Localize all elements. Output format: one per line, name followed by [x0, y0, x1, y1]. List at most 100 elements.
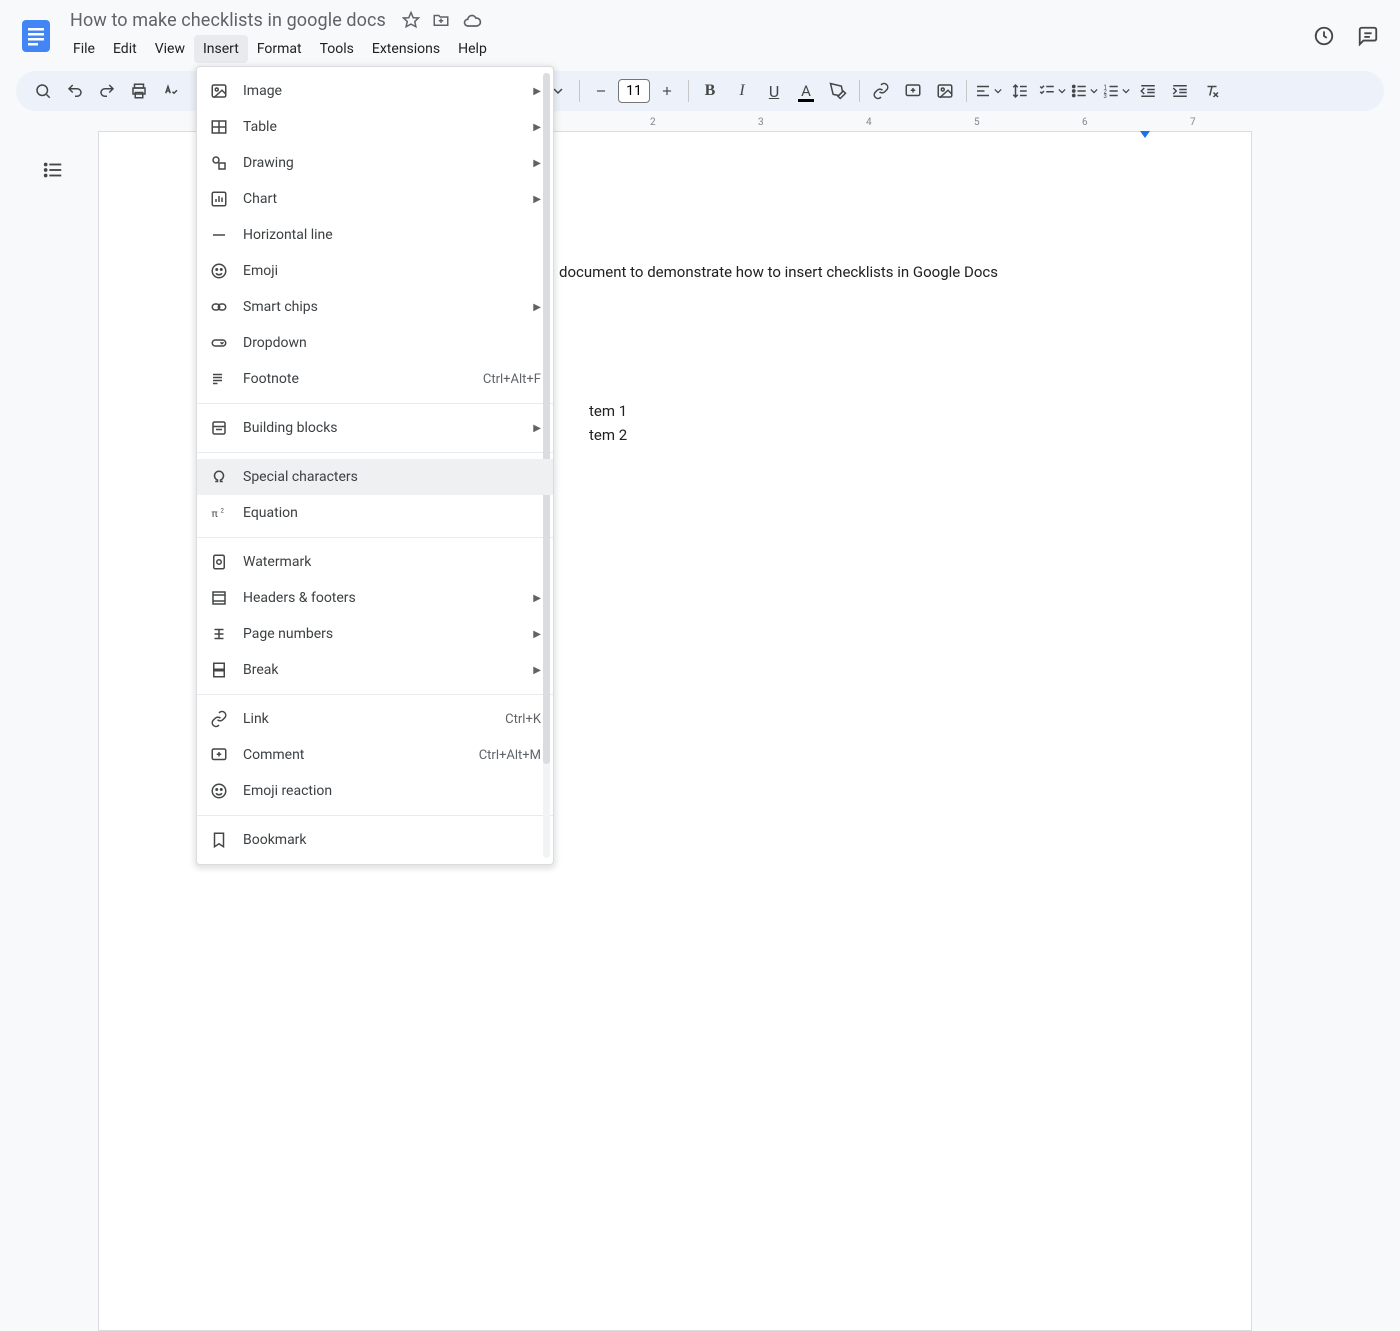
redo-button[interactable]: [92, 76, 122, 106]
text-color-button[interactable]: A: [791, 76, 821, 106]
ruler-tick: 5: [974, 117, 980, 128]
checklist-item-text: tem 2: [589, 423, 627, 447]
menu-item-label: Comment: [243, 747, 479, 763]
menu-edit[interactable]: Edit: [104, 35, 146, 63]
checklist-item[interactable]: tem 2: [589, 423, 627, 447]
menu-item-comment[interactable]: CommentCtrl+Alt+M: [197, 737, 553, 773]
menu-item-label: Emoji reaction: [243, 783, 541, 799]
increase-indent-button[interactable]: [1165, 76, 1195, 106]
svg-text:π: π: [212, 507, 219, 520]
menu-format[interactable]: Format: [248, 35, 311, 63]
menu-item-watermark[interactable]: Watermark: [197, 544, 553, 580]
comments-history-icon[interactable]: [1356, 24, 1380, 48]
table-icon: [209, 117, 229, 137]
decrease-font-size-button[interactable]: [586, 76, 616, 106]
menu-item-break[interactable]: Break▶: [197, 652, 553, 688]
chart-icon: [209, 189, 229, 209]
dropdown-icon: [209, 333, 229, 353]
menu-item-building-blocks[interactable]: Building blocks ▶: [197, 410, 553, 446]
menu-item-label: Image: [243, 83, 525, 99]
svg-text:2: 2: [221, 507, 225, 514]
menu-item-horizontal-line[interactable]: Horizontal line: [197, 217, 553, 253]
menu-item-label: Equation: [243, 505, 541, 521]
highlight-color-button[interactable]: [823, 76, 853, 106]
menu-item-table[interactable]: Table▶: [197, 109, 553, 145]
submenu-arrow-icon: ▶: [533, 629, 541, 640]
last-edit-icon[interactable]: [1312, 24, 1336, 48]
title-area: How to make checklists in google docs Fi…: [64, 8, 1312, 63]
menu-item-emoji[interactable]: Emoji: [197, 253, 553, 289]
menu-item-label: Dropdown: [243, 335, 541, 351]
insert-image-button[interactable]: [930, 76, 960, 106]
clear-formatting-button[interactable]: [1197, 76, 1227, 106]
decrease-indent-button[interactable]: [1133, 76, 1163, 106]
font-size-input[interactable]: [618, 79, 650, 103]
menu-item-drawing[interactable]: Drawing▶: [197, 145, 553, 181]
menu-help[interactable]: Help: [449, 35, 496, 63]
hline-icon: [209, 225, 229, 245]
underline-button[interactable]: U: [759, 76, 789, 106]
menu-item-bookmark[interactable]: Bookmark: [197, 822, 553, 858]
italic-button[interactable]: I: [727, 76, 757, 106]
submenu-arrow-icon: ▶: [533, 423, 541, 434]
move-icon[interactable]: [432, 11, 450, 31]
submenu-arrow-icon: ▶: [533, 593, 541, 604]
menu-item-chart[interactable]: Chart▶: [197, 181, 553, 217]
menu-item-label: Building blocks: [243, 420, 525, 436]
document-title[interactable]: How to make checklists in google docs: [64, 8, 392, 33]
menubar: FileEditViewInsertFormatToolsExtensionsH…: [64, 33, 1312, 63]
menu-item-dropdown[interactable]: Dropdown: [197, 325, 553, 361]
menu-item-label: Horizontal line: [243, 227, 541, 243]
cloud-status-icon[interactable]: [462, 11, 482, 31]
document-body-text: document to demonstrate how to insert ch…: [559, 260, 998, 284]
menu-item-image[interactable]: Image ▶: [197, 73, 553, 109]
menu-item-smart-chips[interactable]: Smart chips▶: [197, 289, 553, 325]
insert-link-button[interactable]: [866, 76, 896, 106]
menu-item-label: Bookmark: [243, 832, 541, 848]
star-icon[interactable]: [402, 11, 420, 31]
ruler-tick: 7: [1190, 117, 1196, 128]
align-dropdown[interactable]: [973, 76, 1003, 106]
docs-app-icon[interactable]: [16, 16, 56, 56]
document-outline-button[interactable]: [42, 159, 64, 181]
menu-divider: [197, 403, 553, 404]
menu-file[interactable]: File: [64, 35, 104, 63]
menu-tools[interactable]: Tools: [311, 35, 363, 63]
menu-item-label: Footnote: [243, 371, 483, 387]
menu-insert[interactable]: Insert: [194, 35, 248, 63]
submenu-arrow-icon: ▶: [533, 302, 541, 313]
submenu-arrow-icon: ▶: [533, 665, 541, 676]
blocks-icon: [209, 418, 229, 438]
menu-item-page-numbers[interactable]: Page numbers▶: [197, 616, 553, 652]
menu-extensions[interactable]: Extensions: [363, 35, 449, 63]
equation-icon: π2: [209, 503, 229, 523]
increase-font-size-button[interactable]: [652, 76, 682, 106]
ruler-tick: 4: [866, 117, 872, 128]
menu-item-link[interactable]: LinkCtrl+K: [197, 701, 553, 737]
menu-item-special-characters[interactable]: Special characters: [197, 459, 553, 495]
menu-view[interactable]: View: [146, 35, 194, 63]
print-button[interactable]: [124, 76, 154, 106]
menu-item-headers-footers[interactable]: Headers & footers▶: [197, 580, 553, 616]
header: How to make checklists in google docs Fi…: [0, 0, 1400, 63]
checklist-item[interactable]: tem 1: [589, 399, 627, 423]
menu-item-emoji-reaction[interactable]: Emoji reaction: [197, 773, 553, 809]
bold-button[interactable]: B: [695, 76, 725, 106]
menu-divider: [197, 815, 553, 816]
checklist-dropdown[interactable]: [1037, 76, 1067, 106]
spellcheck-button[interactable]: [156, 76, 186, 106]
menu-item-footnote[interactable]: FootnoteCtrl+Alt+F: [197, 361, 553, 397]
add-comment-button[interactable]: [898, 76, 928, 106]
line-spacing-button[interactable]: [1005, 76, 1035, 106]
menu-divider: [197, 537, 553, 538]
submenu-arrow-icon: ▶: [533, 86, 541, 97]
search-menus-button[interactable]: [28, 76, 58, 106]
pagenum-icon: [209, 624, 229, 644]
menu-item-equation[interactable]: π2 Equation: [197, 495, 553, 531]
right-margin-marker-icon[interactable]: [1139, 130, 1151, 142]
numbered-list-dropdown[interactable]: 123: [1101, 76, 1131, 106]
footnote-icon: [209, 369, 229, 389]
submenu-arrow-icon: ▶: [533, 122, 541, 133]
bulleted-list-dropdown[interactable]: [1069, 76, 1099, 106]
undo-button[interactable]: [60, 76, 90, 106]
